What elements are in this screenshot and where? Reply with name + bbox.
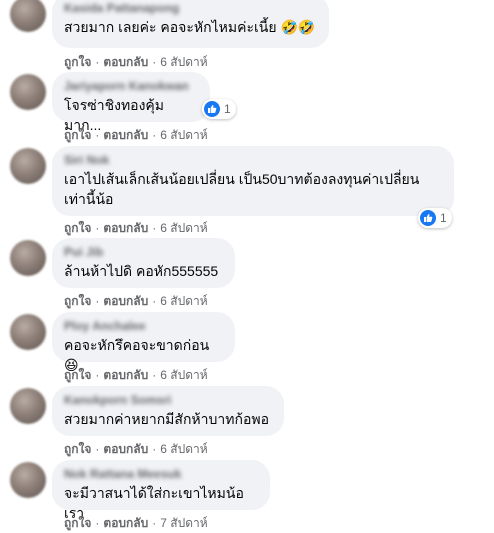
reaction-count: 1 [440, 211, 447, 225]
like-action[interactable]: ถูกใจ [64, 442, 91, 456]
avatar[interactable] [10, 0, 46, 32]
reply-action[interactable]: ตอบกลับ [103, 368, 148, 382]
comment-author[interactable]: Kasida Pattanapong [64, 1, 317, 15]
comment-author[interactable]: Nok Rattana Meesuk [64, 467, 258, 481]
comment-time[interactable]: 6 สัปดาห์ [160, 294, 207, 308]
comment-bubble: Nok Rattana Meesuk จะมีวาสนาได้ใส่กะเขาไ… [52, 460, 270, 521]
comment-time[interactable]: 6 สัปดาห์ [160, 55, 207, 69]
comment-time[interactable]: 6 สัปดาห์ [160, 128, 207, 142]
comment-text: สวยมากค่าหยากมีสักห้าบาทก้อพอ [64, 411, 270, 427]
comment-bubble: Siri Nok เอาไปเส้นเล็กเส้นน้อยเปลี่ยน เป… [52, 146, 454, 216]
comment-text: เอาไปเส้นเล็กเส้นน้อยเปลี่ยน เป็น50บาทต้… [64, 171, 420, 207]
comment-bubble: Kanokporn Somsri สวยมากค่าหยากมีสักห้าบา… [52, 386, 284, 436]
avatar[interactable] [10, 462, 46, 498]
comment-text: สวยมาก เลยค่ะ คอจะหักไหมค่ะเนี้ย 🤣🤣 [64, 19, 316, 35]
like-action[interactable]: ถูกใจ [64, 516, 91, 530]
comment-actions: ถูกใจ · ตอบกลับ · 7 สัปดาห์ [64, 516, 208, 530]
avatar[interactable] [10, 74, 46, 110]
avatar[interactable] [10, 314, 46, 350]
comment-bubble: Jariyaporn Kanokwan โจรซ่าชิงทองคุ้มมาก.… [52, 72, 210, 133]
comment-actions: ถูกใจ · ตอบกลับ · 6 สัปดาห์ [64, 368, 208, 382]
comment-author[interactable]: Kanokporn Somsri [64, 393, 272, 407]
reaction-badge[interactable]: 1 [202, 99, 236, 119]
comment-text: ล้านห้าไปดิ คอหัก555555 [64, 263, 219, 279]
comment-time[interactable]: 7 สัปดาห์ [160, 516, 207, 530]
reply-action[interactable]: ตอบกลับ [103, 221, 148, 235]
reply-action[interactable]: ตอบกลับ [103, 128, 148, 142]
comment-time[interactable]: 6 สัปดาห์ [160, 368, 207, 382]
comment-author[interactable]: Jariyaporn Kanokwan [64, 79, 198, 93]
reply-action[interactable]: ตอบกลับ [103, 442, 148, 456]
comment-time[interactable]: 6 สัปดาห์ [160, 221, 207, 235]
comment-actions: ถูกใจ · ตอบกลับ · 6 สัปดาห์ [64, 55, 208, 69]
comment-actions: ถูกใจ · ตอบกลับ · 6 สัปดาห์ [64, 294, 208, 308]
comment-time[interactable]: 6 สัปดาห์ [160, 442, 207, 456]
reply-action[interactable]: ตอบกลับ [103, 55, 148, 69]
comment-bubble: Pui Jib ล้านห้าไปดิ คอหัก555555 [52, 238, 235, 288]
avatar[interactable] [10, 388, 46, 424]
like-action[interactable]: ถูกใจ [64, 294, 91, 308]
comment-actions: ถูกใจ · ตอบกลับ · 6 สัปดาห์ [64, 128, 208, 142]
reply-action[interactable]: ตอบกลับ [103, 294, 148, 308]
comment-actions: ถูกใจ · ตอบกลับ · 6 สัปดาห์ [64, 442, 208, 456]
reply-action[interactable]: ตอบกลับ [103, 516, 148, 530]
avatar[interactable] [10, 240, 46, 276]
comment-bubble: Kasida Pattanapong สวยมาก เลยค่ะ คอจะหัก… [52, 0, 329, 48]
comment-author[interactable]: Ploy Anchalee [64, 319, 223, 333]
like-thumb-icon [420, 210, 436, 226]
comment-bubble: Ploy Anchalee คอจะหักรึคอจะขาดก่อน😆 [52, 312, 235, 373]
reaction-count: 1 [224, 102, 231, 116]
like-action[interactable]: ถูกใจ [64, 221, 91, 235]
comment-actions: ถูกใจ · ตอบกลับ · 6 สัปดาห์ [64, 221, 208, 235]
like-action[interactable]: ถูกใจ [64, 128, 91, 142]
reaction-badge[interactable]: 1 [418, 208, 452, 228]
like-action[interactable]: ถูกใจ [64, 55, 91, 69]
avatar[interactable] [10, 148, 46, 184]
like-thumb-icon [204, 101, 220, 117]
like-action[interactable]: ถูกใจ [64, 368, 91, 382]
comment-author[interactable]: Pui Jib [64, 245, 223, 259]
comment-author[interactable]: Siri Nok [64, 153, 442, 167]
